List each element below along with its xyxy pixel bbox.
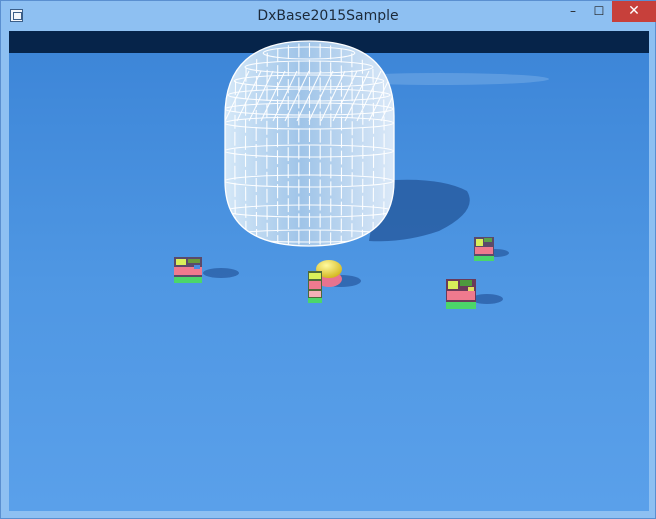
minimize-button[interactable]: – [560, 1, 586, 22]
dome-meridian [361, 59, 364, 246]
scene-canvas [9, 31, 649, 511]
app-window: DxBase2015Sample – ☐ ✕ [0, 0, 656, 519]
dome-meridian [255, 59, 258, 246]
textured-cube [308, 271, 322, 303]
textured-cube [174, 257, 202, 283]
window-title: DxBase2015Sample [257, 8, 399, 24]
title-bar[interactable]: DxBase2015Sample – ☐ ✕ [1, 1, 656, 31]
game-viewport[interactable] [9, 31, 649, 511]
close-button[interactable]: ✕ [612, 1, 656, 22]
textured-cube [474, 237, 494, 261]
wireframe-dome [224, 40, 395, 247]
maximize-button[interactable]: ☐ [586, 1, 612, 22]
textured-cube [446, 279, 476, 309]
cube-shadow [203, 268, 239, 278]
